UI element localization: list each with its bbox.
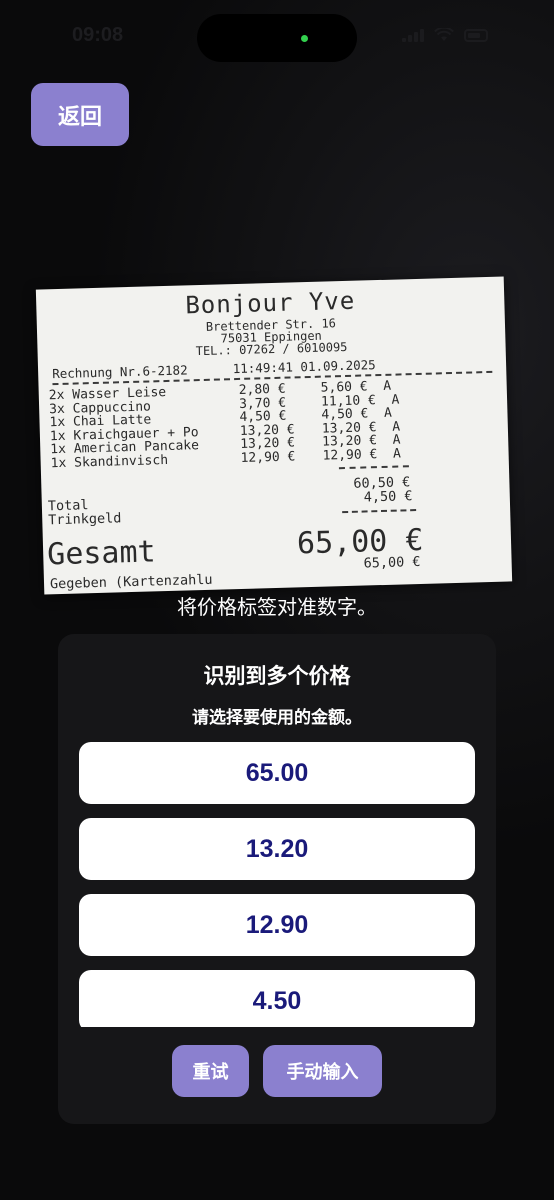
receipt-tip-value: 4,50 € [363,488,413,506]
receipt-divider [342,509,417,514]
panel-subtitle: 请选择要使用的金额。 [192,708,362,728]
price-list[interactable]: 65.00 13.20 12.90 4.50 [79,742,475,1027]
price-option[interactable]: 13.20 [79,818,475,880]
dynamic-island [197,14,357,62]
receipt-tip-label: Trinkgeld [48,510,122,529]
signal-icon [402,28,424,42]
receipt-photo: Bonjour Yve Brettender Str. 16 75031 Epp… [35,276,513,595]
wifi-icon [434,28,454,41]
price-selection-panel: 识别到多个价格 请选择要使用的金额。 65.00 13.20 12.90 4.5… [58,634,496,1124]
receipt-footer-left: Gegeben (Kartenzahlu [49,571,213,593]
back-button[interactable]: 返回 [31,83,129,146]
receipt-footer-right: 65,00 € [363,553,421,572]
retry-button[interactable]: 重试 [172,1045,249,1097]
system-icons [402,28,488,42]
panel-title: 识别到多个价格 [203,664,351,688]
price-option[interactable]: 4.50 [79,970,475,1027]
scan-instruction: 将价格标签对准数字。 [177,595,377,619]
camera-indicator-icon [301,35,308,42]
receipt-gesamt-label: Gesamt [46,534,157,573]
receipt-divider [338,465,409,470]
status-time: 09:08 [72,24,124,46]
manual-input-button[interactable]: 手动输入 [263,1045,382,1097]
battery-icon [464,28,488,42]
price-option[interactable]: 65.00 [79,742,475,804]
receipt-items: 2x Wasser Leise 2,80 €5,60 € A 3x Cappucc… [49,379,401,471]
status-bar: 09:08 [0,0,554,70]
price-option[interactable]: 12.90 [79,894,475,956]
